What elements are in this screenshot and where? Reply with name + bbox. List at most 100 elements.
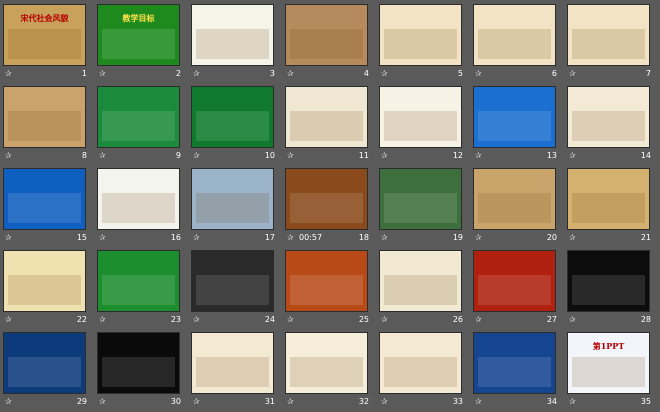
slide-item[interactable]: ✰ 7 <box>567 2 660 84</box>
slide-item[interactable]: ✰ 21 <box>567 166 660 248</box>
slide-thumbnail[interactable] <box>473 86 556 148</box>
transition-star-icon[interactable]: ✰ <box>569 150 576 162</box>
slide-thumbnail[interactable] <box>97 168 180 230</box>
slide-item[interactable]: ✰ 8 <box>3 84 97 166</box>
slide-thumbnail[interactable] <box>379 4 462 66</box>
slide-thumbnail[interactable] <box>473 332 556 394</box>
slide-item[interactable]: ✰ 00:57 18 <box>285 166 379 248</box>
slide-thumbnail[interactable] <box>3 250 86 312</box>
slide-item[interactable]: ✰ 13 <box>473 84 567 166</box>
transition-star-icon[interactable]: ✰ <box>381 396 388 408</box>
transition-star-icon[interactable]: ✰ <box>287 68 294 80</box>
transition-star-icon[interactable]: ✰ <box>287 314 294 326</box>
slide-thumbnail[interactable] <box>567 4 650 66</box>
slide-thumbnail[interactable] <box>285 168 368 230</box>
slide-thumbnail[interactable] <box>567 86 650 148</box>
slide-item[interactable]: ✰ 9 <box>97 84 191 166</box>
slide-item[interactable]: ✰ 25 <box>285 248 379 330</box>
slide-item[interactable]: ✰ 23 <box>97 248 191 330</box>
slide-thumbnail[interactable] <box>473 250 556 312</box>
slide-thumbnail[interactable] <box>191 86 274 148</box>
transition-star-icon[interactable]: ✰ <box>193 396 200 408</box>
slide-thumbnail[interactable] <box>379 86 462 148</box>
transition-star-icon[interactable]: ✰ <box>193 150 200 162</box>
slide-item[interactable]: 宋代社会风貌 ✰ 1 <box>3 2 97 84</box>
transition-star-icon[interactable]: ✰ <box>381 232 388 244</box>
slide-thumbnail[interactable] <box>191 332 274 394</box>
slide-item[interactable]: ✰ 20 <box>473 166 567 248</box>
transition-star-icon[interactable]: ✰ <box>569 314 576 326</box>
slide-item[interactable]: ✰ 34 <box>473 330 567 412</box>
slide-thumbnail[interactable] <box>379 168 462 230</box>
slide-item[interactable]: ✰ 11 <box>285 84 379 166</box>
transition-star-icon[interactable]: ✰ <box>475 314 482 326</box>
transition-star-icon[interactable]: ✰ <box>475 150 482 162</box>
slide-item[interactable]: 教学目标 ✰ 2 <box>97 2 191 84</box>
transition-star-icon[interactable]: ✰ <box>475 232 482 244</box>
slide-thumbnail[interactable] <box>473 4 556 66</box>
transition-star-icon[interactable]: ✰ <box>5 68 12 80</box>
slide-item[interactable]: ✰ 33 <box>379 330 473 412</box>
transition-star-icon[interactable]: ✰ <box>99 314 106 326</box>
transition-star-icon[interactable]: ✰ <box>193 232 200 244</box>
transition-star-icon[interactable]: ✰ <box>381 68 388 80</box>
transition-star-icon[interactable]: ✰ <box>569 68 576 80</box>
slide-item[interactable]: ✰ 3 <box>191 2 285 84</box>
transition-star-icon[interactable]: ✰ <box>287 232 294 244</box>
slide-item[interactable]: ✰ 27 <box>473 248 567 330</box>
transition-star-icon[interactable]: ✰ <box>381 150 388 162</box>
transition-star-icon[interactable]: ✰ <box>99 68 106 80</box>
slide-item[interactable]: ✰ 19 <box>379 166 473 248</box>
transition-star-icon[interactable]: ✰ <box>287 396 294 408</box>
slide-thumbnail[interactable] <box>473 168 556 230</box>
slide-thumbnail[interactable] <box>3 86 86 148</box>
slide-thumbnail[interactable] <box>191 250 274 312</box>
slide-item[interactable]: ✰ 28 <box>567 248 660 330</box>
slide-item[interactable]: ✰ 6 <box>473 2 567 84</box>
slide-thumbnail[interactable] <box>567 168 650 230</box>
slide-item[interactable]: ✰ 10 <box>191 84 285 166</box>
transition-star-icon[interactable]: ✰ <box>99 150 106 162</box>
slide-item[interactable]: ✰ 14 <box>567 84 660 166</box>
slide-item[interactable]: ✰ 5 <box>379 2 473 84</box>
slide-thumbnail[interactable] <box>285 86 368 148</box>
slide-item[interactable]: ✰ 32 <box>285 330 379 412</box>
transition-star-icon[interactable]: ✰ <box>569 396 576 408</box>
slide-thumbnail[interactable] <box>97 332 180 394</box>
slide-thumbnail[interactable]: 第1PPT <box>567 332 650 394</box>
transition-star-icon[interactable]: ✰ <box>193 68 200 80</box>
slide-thumbnail[interactable] <box>3 168 86 230</box>
transition-star-icon[interactable]: ✰ <box>287 150 294 162</box>
slide-item[interactable]: ✰ 15 <box>3 166 97 248</box>
slide-item[interactable]: ✰ 17 <box>191 166 285 248</box>
slide-item[interactable]: 第1PPT ✰ 35 <box>567 330 660 412</box>
slide-item[interactable]: ✰ 22 <box>3 248 97 330</box>
slide-thumbnail[interactable] <box>285 250 368 312</box>
transition-star-icon[interactable]: ✰ <box>569 232 576 244</box>
slide-thumbnail[interactable]: 宋代社会风貌 <box>3 4 86 66</box>
slide-thumbnail[interactable]: 教学目标 <box>97 4 180 66</box>
transition-star-icon[interactable]: ✰ <box>5 314 12 326</box>
slide-item[interactable]: ✰ 26 <box>379 248 473 330</box>
slide-thumbnail[interactable] <box>285 332 368 394</box>
transition-star-icon[interactable]: ✰ <box>381 314 388 326</box>
slide-thumbnail[interactable] <box>379 250 462 312</box>
transition-star-icon[interactable]: ✰ <box>99 396 106 408</box>
transition-star-icon[interactable]: ✰ <box>99 232 106 244</box>
slide-thumbnail[interactable] <box>97 86 180 148</box>
slide-item[interactable]: ✰ 4 <box>285 2 379 84</box>
slide-thumbnail[interactable] <box>191 168 274 230</box>
slide-thumbnail[interactable] <box>567 250 650 312</box>
transition-star-icon[interactable]: ✰ <box>5 232 12 244</box>
slide-thumbnail[interactable] <box>285 4 368 66</box>
transition-star-icon[interactable]: ✰ <box>475 68 482 80</box>
transition-star-icon[interactable]: ✰ <box>475 396 482 408</box>
slide-thumbnail[interactable] <box>379 332 462 394</box>
slide-thumbnail[interactable] <box>191 4 274 66</box>
slide-thumbnail[interactable] <box>3 332 86 394</box>
slide-thumbnail[interactable] <box>97 250 180 312</box>
transition-star-icon[interactable]: ✰ <box>5 396 12 408</box>
slide-item[interactable]: ✰ 31 <box>191 330 285 412</box>
slide-item[interactable]: ✰ 24 <box>191 248 285 330</box>
slide-item[interactable]: ✰ 12 <box>379 84 473 166</box>
